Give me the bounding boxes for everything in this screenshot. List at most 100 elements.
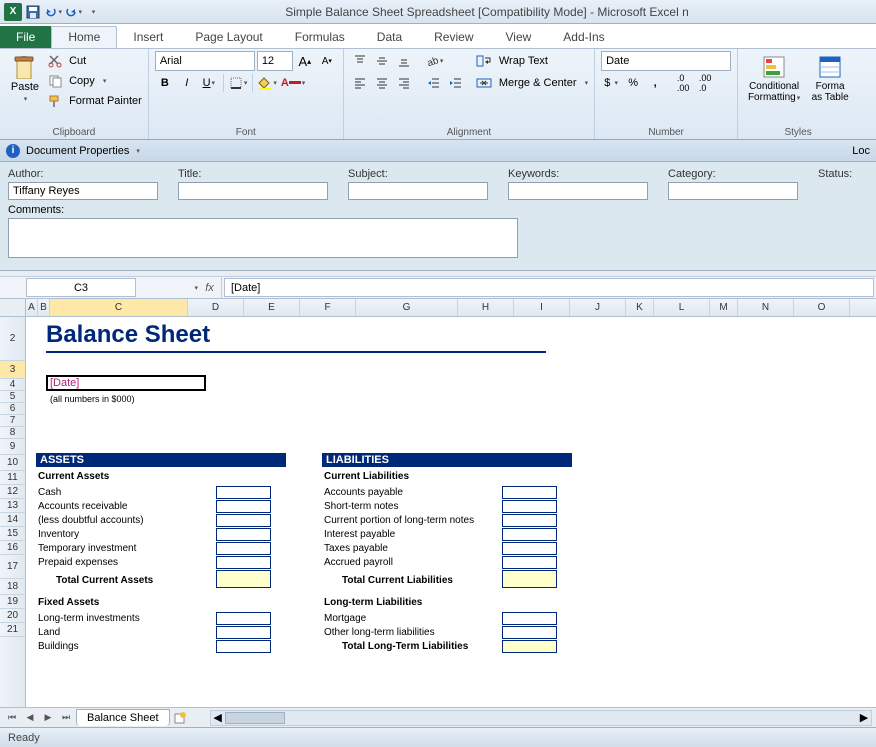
row-header-2[interactable]: 2	[0, 317, 25, 361]
prev-sheet-icon[interactable]: ◀	[22, 710, 38, 726]
row-header-19[interactable]: 19	[0, 595, 25, 609]
category-field[interactable]	[668, 182, 798, 200]
tax-pay-value-cell[interactable]	[502, 542, 557, 555]
temp-inv-value-cell[interactable]	[216, 542, 271, 555]
horizontal-scrollbar[interactable]: ◀ ▶	[210, 710, 872, 726]
comma-button[interactable]: ,	[645, 73, 665, 93]
row-header-11[interactable]: 11	[0, 471, 25, 485]
row-header-8[interactable]: 8	[0, 427, 25, 439]
tab-review[interactable]: Review	[418, 26, 489, 48]
row-header-20[interactable]: 20	[0, 609, 25, 623]
merge-center-button[interactable]: Merge & Center ▾	[476, 73, 588, 93]
mortgage-value-cell[interactable]	[502, 612, 557, 625]
column-header-E[interactable]: E	[244, 299, 300, 316]
tab-insert[interactable]: Insert	[117, 26, 179, 48]
subject-field[interactable]	[348, 182, 488, 200]
less-doubtful-value-cell[interactable]	[216, 514, 271, 527]
format-painter-button[interactable]: Format Painter	[48, 91, 142, 111]
currency-button[interactable]: $ ▾	[601, 73, 621, 93]
align-right-icon[interactable]	[394, 73, 414, 93]
row-header-13[interactable]: 13	[0, 499, 25, 513]
comments-field[interactable]	[8, 218, 518, 258]
column-header-L[interactable]: L	[654, 299, 710, 316]
percent-button[interactable]: %	[623, 73, 643, 93]
align-left-icon[interactable]	[350, 73, 370, 93]
inventory-value-cell[interactable]	[216, 528, 271, 541]
paste-button[interactable]: Paste ▾	[6, 51, 44, 117]
column-header-F[interactable]: F	[300, 299, 356, 316]
fill-color-button[interactable]: ▾	[257, 73, 278, 93]
font-color-button[interactable]: A▾	[280, 73, 306, 93]
row-header-3[interactable]: 3	[0, 361, 25, 379]
new-sheet-icon[interactable]	[172, 710, 188, 726]
sheet-tab-balance-sheet[interactable]: Balance Sheet	[76, 709, 170, 726]
wrap-text-button[interactable]: Wrap Text	[476, 51, 588, 71]
curr-lt-value-cell[interactable]	[502, 514, 557, 527]
cells-area[interactable]: Balance Sheet [Date] (all numbers in $00…	[26, 317, 876, 707]
cut-button[interactable]: Cut	[48, 51, 142, 71]
first-sheet-icon[interactable]: ⏮	[4, 710, 20, 726]
decrease-decimal-icon[interactable]: .00.0	[695, 73, 715, 93]
decrease-indent-icon[interactable]	[424, 73, 444, 93]
tab-page-layout[interactable]: Page Layout	[179, 26, 278, 48]
bold-button[interactable]: B	[155, 73, 175, 93]
scroll-right-icon[interactable]: ▶	[857, 711, 871, 725]
total-lt-value-cell[interactable]	[502, 640, 557, 653]
undo-icon[interactable]: ▾	[44, 3, 62, 21]
align-middle-icon[interactable]	[372, 51, 392, 71]
align-top-icon[interactable]	[350, 51, 370, 71]
row-header-6[interactable]: 6	[0, 403, 25, 415]
decrease-font-icon[interactable]: A▾	[317, 51, 337, 71]
tab-view[interactable]: View	[490, 26, 548, 48]
other-lt-value-cell[interactable]	[502, 626, 557, 639]
column-header-B[interactable]: B	[38, 299, 50, 316]
column-header-M[interactable]: M	[710, 299, 738, 316]
increase-decimal-icon[interactable]: .0.00	[673, 73, 693, 93]
row-header-5[interactable]: 5	[0, 391, 25, 403]
author-field[interactable]	[8, 182, 158, 200]
italic-button[interactable]: I	[177, 73, 197, 93]
align-bottom-icon[interactable]	[394, 51, 414, 71]
spreadsheet-grid[interactable]: 23456789101112131415161718192021 Balance…	[0, 317, 876, 707]
increase-indent-icon[interactable]	[446, 73, 466, 93]
align-center-icon[interactable]	[372, 73, 392, 93]
row-header-21[interactable]: 21	[0, 623, 25, 637]
ar-value-cell[interactable]	[216, 500, 271, 513]
row-header-9[interactable]: 9	[0, 439, 25, 455]
number-format-select[interactable]	[601, 51, 731, 71]
row-header-15[interactable]: 15	[0, 527, 25, 541]
column-header-I[interactable]: I	[514, 299, 570, 316]
column-header-K[interactable]: K	[626, 299, 654, 316]
increase-font-icon[interactable]: A▴	[295, 51, 315, 71]
column-header-D[interactable]: D	[188, 299, 244, 316]
lt-inv-value-cell[interactable]	[216, 612, 271, 625]
buildings-value-cell[interactable]	[216, 640, 271, 653]
tab-file[interactable]: File	[0, 26, 51, 48]
total-ca-value-cell[interactable]	[216, 570, 271, 588]
formula-input[interactable]	[224, 278, 874, 297]
accr-pay-value-cell[interactable]	[502, 556, 557, 569]
row-header-7[interactable]: 7	[0, 415, 25, 427]
conditional-formatting-button[interactable]: ConditionalFormatting▾	[744, 51, 804, 117]
redo-icon[interactable]: ▾	[64, 3, 82, 21]
tab-addins[interactable]: Add-Ins	[547, 26, 620, 48]
name-box[interactable]	[26, 278, 136, 297]
tab-formulas[interactable]: Formulas	[279, 26, 361, 48]
column-header-C[interactable]: C	[50, 299, 188, 316]
row-header-14[interactable]: 14	[0, 513, 25, 527]
select-all-corner[interactable]	[0, 299, 26, 316]
orientation-icon[interactable]: ab▾	[424, 51, 445, 71]
row-header-17[interactable]: 17	[0, 555, 25, 579]
qat-customize-icon[interactable]: ▾	[84, 3, 102, 21]
column-header-J[interactable]: J	[570, 299, 626, 316]
row-header-4[interactable]: 4	[0, 379, 25, 391]
tab-data[interactable]: Data	[361, 26, 418, 48]
column-header-O[interactable]: O	[794, 299, 850, 316]
st-notes-value-cell[interactable]	[502, 500, 557, 513]
font-size-select[interactable]	[257, 51, 293, 71]
scroll-left-icon[interactable]: ◀	[211, 711, 225, 725]
underline-button[interactable]: U▾	[199, 73, 219, 93]
row-header-16[interactable]: 16	[0, 541, 25, 555]
last-sheet-icon[interactable]: ⏭	[58, 710, 74, 726]
row-header-18[interactable]: 18	[0, 579, 25, 595]
